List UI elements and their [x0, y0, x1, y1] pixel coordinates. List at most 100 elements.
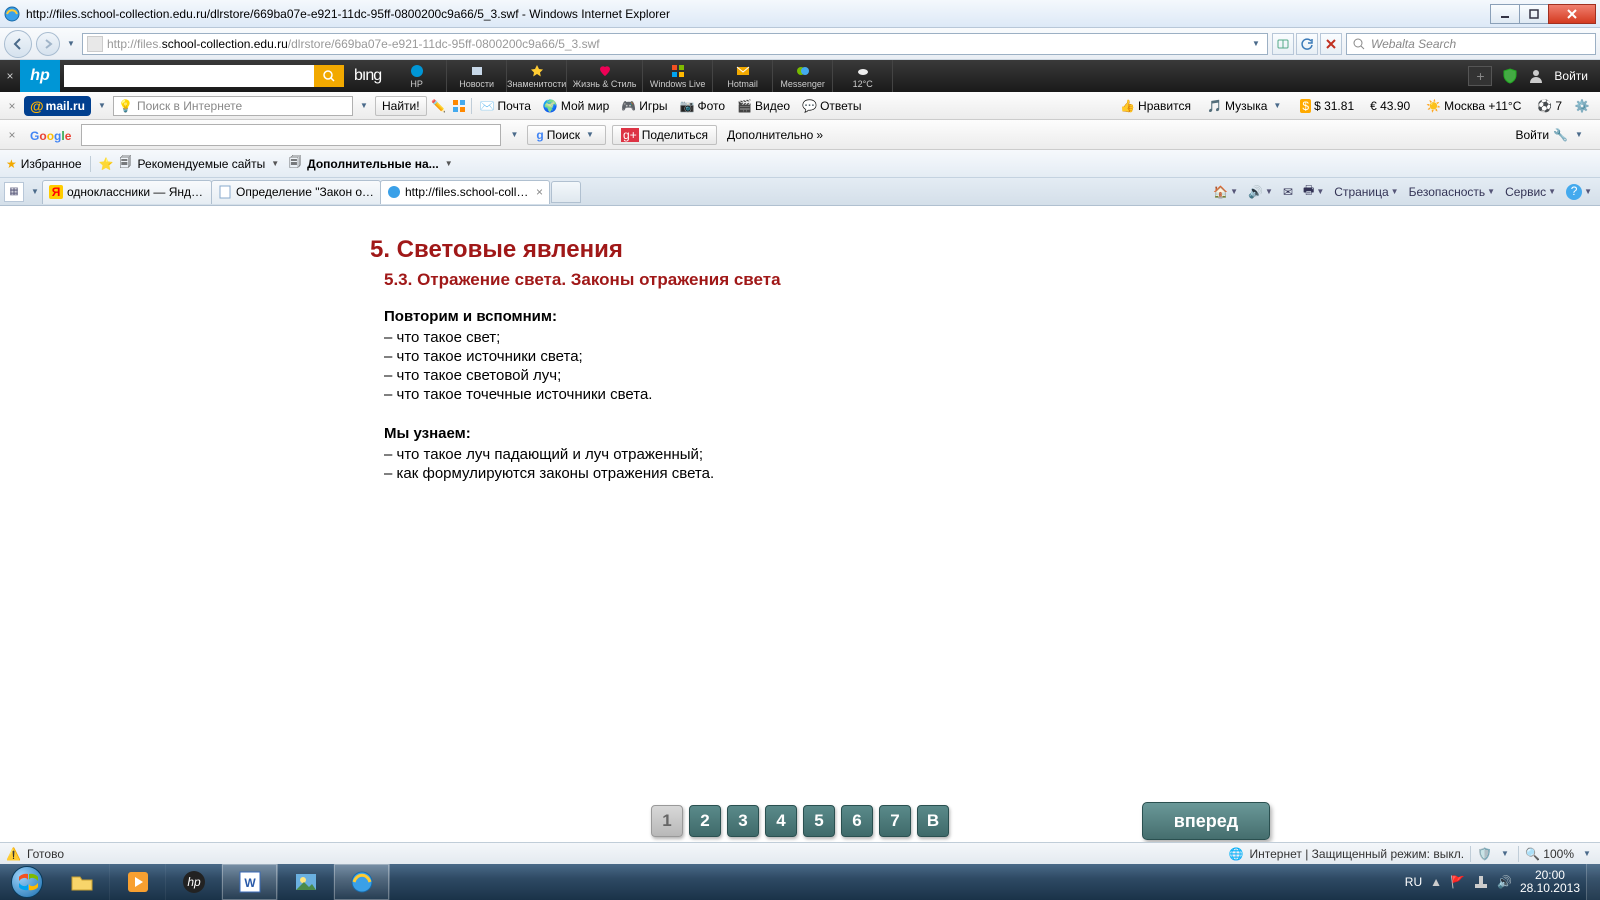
- google-more[interactable]: Дополнительно »: [723, 128, 825, 142]
- back-button[interactable]: [4, 30, 32, 58]
- feeds-button[interactable]: 🔊▼: [1244, 183, 1277, 201]
- shield-icon[interactable]: [1502, 68, 1518, 84]
- bing-logo[interactable]: bıng: [348, 67, 387, 85]
- highlight-icon[interactable]: ✏️: [431, 98, 447, 114]
- refresh-button[interactable]: [1296, 33, 1318, 55]
- mailru-world[interactable]: 🌍Мой мир: [539, 99, 613, 113]
- print-button[interactable]: 🖶▼: [1299, 179, 1328, 204]
- start-button[interactable]: [0, 864, 54, 900]
- hp-item-celebs[interactable]: Знаменитости: [507, 60, 567, 92]
- protected-mode-icon[interactable]: 🛡️: [1477, 847, 1492, 861]
- close-button[interactable]: [1548, 4, 1596, 24]
- google-search-button[interactable]: gПоиск▼: [527, 125, 606, 145]
- mailru-answers[interactable]: 💬Ответы: [798, 99, 865, 113]
- readmail-button[interactable]: ✉: [1279, 183, 1297, 201]
- quick-tabs-button[interactable]: ▦: [4, 182, 24, 202]
- tray-volume-icon[interactable]: 🔊: [1497, 875, 1512, 889]
- service-menu[interactable]: Сервис▼: [1501, 183, 1560, 201]
- mailru-photo[interactable]: 📷Фото: [676, 99, 730, 113]
- tray-flag-icon[interactable]: 🚩: [1450, 875, 1465, 889]
- mailru-logo[interactable]: @mail.ru: [24, 96, 91, 116]
- mailru-usd[interactable]: $$ 31.81: [1296, 99, 1358, 113]
- tab-1[interactable]: Определение "Закон отр...: [211, 180, 381, 204]
- hp-item-messenger[interactable]: Messenger: [773, 60, 833, 92]
- tab-close-icon[interactable]: ×: [536, 185, 543, 199]
- hp-toolbar-close[interactable]: ×: [0, 69, 20, 83]
- google-search-box[interactable]: [81, 124, 501, 146]
- gear-icon[interactable]: ⚙️: [1574, 98, 1590, 114]
- mailru-games[interactable]: 🎮Игры: [617, 99, 671, 113]
- hp-login-link[interactable]: Войти: [1554, 69, 1588, 83]
- url-dropdown-icon[interactable]: ▼: [1249, 39, 1263, 48]
- tray-network-icon[interactable]: [1473, 874, 1489, 890]
- stop-button[interactable]: [1320, 33, 1342, 55]
- mailru-weather[interactable]: ☀️Москва +11°C: [1422, 99, 1525, 113]
- taskbar-ie[interactable]: [334, 864, 390, 900]
- hp-item-hp[interactable]: HP: [387, 60, 447, 92]
- grid-icon[interactable]: [451, 98, 467, 114]
- google-login[interactable]: Войти: [1515, 128, 1549, 142]
- tab-list-dropdown[interactable]: ▼: [28, 187, 42, 196]
- page-button-back[interactable]: В: [917, 805, 949, 837]
- browser-search-box[interactable]: Webalta Search: [1346, 33, 1596, 55]
- mailru-search-dropdown[interactable]: ▼: [357, 101, 371, 110]
- help-button[interactable]: ?▼: [1562, 182, 1596, 202]
- tray-up-icon[interactable]: ▲: [1430, 875, 1442, 889]
- hp-logo[interactable]: hp: [20, 60, 60, 92]
- mailru-eur[interactable]: € 43.90: [1366, 99, 1414, 113]
- google-search-dropdown[interactable]: ▼: [507, 130, 521, 139]
- wrench-icon[interactable]: 🔧: [1553, 128, 1568, 142]
- page-button-4[interactable]: 4: [765, 805, 797, 837]
- forward-button[interactable]: [36, 32, 60, 56]
- page-button-3[interactable]: 3: [727, 805, 759, 837]
- mailru-find-button[interactable]: Найти!: [375, 96, 427, 116]
- hp-item-live[interactable]: Windows Live: [643, 60, 713, 92]
- recommended-sites[interactable]: ⭐🗐Рекомендуемые сайты▼: [99, 156, 280, 172]
- compat-view-button[interactable]: [1272, 33, 1294, 55]
- page-menu[interactable]: Страница▼: [1330, 183, 1402, 201]
- taskbar-pictures[interactable]: [278, 864, 334, 900]
- page-button-1[interactable]: 1: [651, 805, 683, 837]
- bing-search-button[interactable]: [314, 65, 344, 87]
- address-bar[interactable]: http://files.school-collection.edu.ru/dl…: [82, 33, 1268, 55]
- hp-item-weather[interactable]: 12°C: [833, 60, 893, 92]
- taskbar-hp[interactable]: hp: [166, 864, 222, 900]
- hp-add-button[interactable]: +: [1468, 66, 1492, 86]
- mailru-music[interactable]: 🎵Музыка▼: [1203, 99, 1288, 113]
- mailru-like[interactable]: 👍Нравится: [1116, 99, 1195, 113]
- google-close[interactable]: ×: [4, 128, 20, 142]
- tab-2[interactable]: http://files.school-colle...×: [380, 180, 550, 204]
- maximize-button[interactable]: [1519, 4, 1549, 24]
- hp-item-hotmail[interactable]: Hotmail: [713, 60, 773, 92]
- mailru-mail[interactable]: ✉️Почта: [476, 99, 535, 113]
- zoom-button[interactable]: 🔍 100%: [1525, 847, 1574, 861]
- minimize-button[interactable]: [1490, 4, 1520, 24]
- taskbar-word[interactable]: W: [222, 864, 278, 900]
- page-button-6[interactable]: 6: [841, 805, 873, 837]
- taskbar-media[interactable]: [110, 864, 166, 900]
- home-button[interactable]: 🏠▼: [1209, 183, 1242, 201]
- hp-item-life[interactable]: Жизнь & Стиль: [567, 60, 643, 92]
- mailru-video[interactable]: 🎬Видео: [733, 99, 794, 113]
- mailru-close[interactable]: ×: [4, 99, 20, 113]
- tab-0[interactable]: Яодноклассники — Яндекс...: [42, 180, 212, 204]
- additional-addons[interactable]: 🗐Дополнительные на...▼: [287, 156, 452, 172]
- mailru-mailcount[interactable]: ⚽7: [1533, 99, 1566, 113]
- show-desktop-button[interactable]: [1586, 864, 1600, 900]
- tray-lang[interactable]: RU: [1405, 875, 1422, 889]
- page-button-5[interactable]: 5: [803, 805, 835, 837]
- favorites-button[interactable]: ★Избранное: [6, 157, 82, 171]
- new-tab-button[interactable]: [551, 181, 581, 203]
- taskbar-explorer[interactable]: [54, 864, 110, 900]
- page-button-7[interactable]: 7: [879, 805, 911, 837]
- mailru-dropdown[interactable]: ▼: [95, 101, 109, 110]
- person-icon[interactable]: [1528, 68, 1544, 84]
- bing-search-box[interactable]: [64, 65, 344, 87]
- google-share-button[interactable]: g+Поделиться: [612, 125, 717, 145]
- nav-history-dropdown[interactable]: ▼: [64, 39, 78, 48]
- tray-clock[interactable]: 20:0028.10.2013: [1520, 869, 1580, 895]
- forward-page-button[interactable]: вперед: [1142, 802, 1270, 840]
- page-button-2[interactable]: 2: [689, 805, 721, 837]
- mailru-search-box[interactable]: 💡 Поиск в Интернете: [113, 96, 353, 116]
- security-menu[interactable]: Безопасность▼: [1405, 183, 1499, 201]
